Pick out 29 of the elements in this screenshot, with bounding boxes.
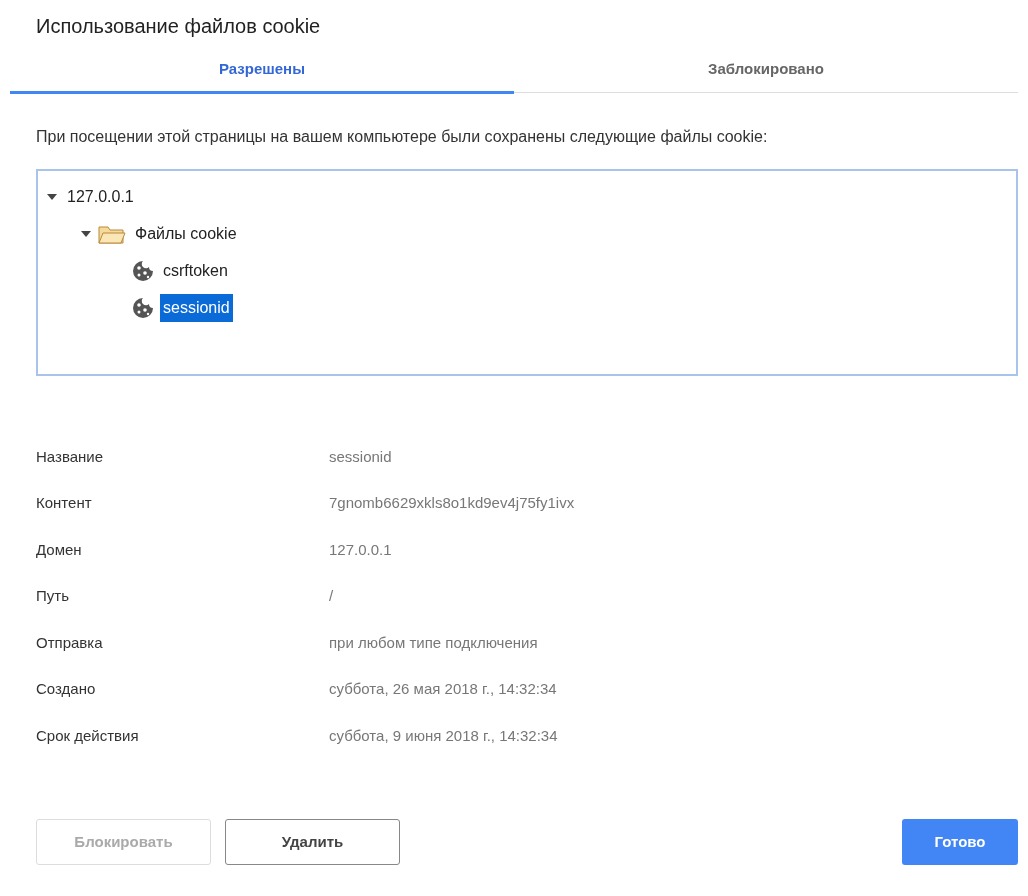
expand-arrow-icon[interactable] [46,192,58,202]
field-label: Название [36,446,105,467]
field-value: sessionid [329,446,392,467]
field-value: суббота, 9 июня 2018 г., 14:32:34 [329,725,558,746]
field-value: суббота, 26 мая 2018 г., 14:32:34 [329,679,557,699]
field-label: Путь [36,586,70,606]
field-label: Срок действия [36,725,140,746]
tree-item[interactable]: 127.0.0.1 [64,183,137,211]
cookie-icon [132,260,154,282]
field-label: Создано [36,679,97,699]
tab[interactable]: Разрешены [10,50,514,94]
field-value: 127.0.0.1 [329,539,392,560]
tree-item[interactable]: Файлы cookie [132,220,240,248]
dialog-title: Использование файлов cookie [36,14,322,39]
tree-item[interactable]: csrftoken [160,257,231,285]
field-label: Домен [36,539,83,560]
field-value: / [329,586,334,606]
folder-icon [98,224,126,244]
description-text: При посещении этой страницы на вашем компьютере были сохранены следующие файлы cookie: [36,126,769,147]
field-value: 7gnomb6629xkls8o1kd9ev4j75fy1ivx [329,493,575,513]
field-label: Контент [36,493,93,513]
field-label: Отправка [36,632,104,653]
action-button[interactable]: Готово [902,819,1018,865]
cookie-icon [132,297,154,319]
action-button[interactable]: Удалить [225,819,400,865]
tab[interactable]: Заблокировано [514,50,1018,94]
tree-item[interactable]: sessionid [160,294,233,322]
expand-arrow-icon[interactable] [80,229,92,239]
field-value: при любом типе подключения [329,632,538,653]
